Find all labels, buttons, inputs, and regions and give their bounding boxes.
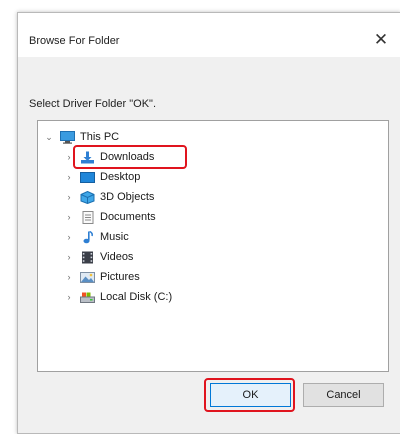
collapse-chevron-icon[interactable]: ⌄ xyxy=(44,132,54,143)
documents-icon xyxy=(80,210,95,224)
browse-folder-dialog: Browse For Folder ✕ Select Driver Folder… xyxy=(17,12,400,434)
dialog-title: Browse For Folder xyxy=(29,35,120,47)
tree-node-label: Music xyxy=(100,231,129,243)
expand-chevron-icon[interactable]: › xyxy=(64,192,74,202)
downloads-icon xyxy=(80,151,95,164)
cancel-button-label: Cancel xyxy=(326,389,361,401)
tree-node-documents[interactable]: › Documents xyxy=(64,208,156,226)
tree-node-label: Local Disk (C:) xyxy=(100,291,173,303)
tree-node-music[interactable]: › Music xyxy=(64,228,129,246)
tree-node-label: Pictures xyxy=(100,271,140,283)
tree-node-label: Documents xyxy=(100,211,156,223)
title-bar: Browse For Folder ✕ xyxy=(18,13,400,57)
tree-node-local-disk[interactable]: › Local Disk (C:) xyxy=(64,288,173,306)
expand-chevron-icon[interactable]: › xyxy=(64,212,74,222)
tree-node-this-pc[interactable]: ⌄ This PC xyxy=(44,128,119,146)
tree-node-label: 3D Objects xyxy=(100,191,155,203)
close-button[interactable]: ✕ xyxy=(368,27,394,53)
expand-chevron-icon[interactable]: › xyxy=(64,232,74,242)
videos-icon xyxy=(80,251,95,264)
tree-node-label: Desktop xyxy=(100,171,141,183)
tree-node-label: Videos xyxy=(100,251,134,263)
cancel-button[interactable]: Cancel xyxy=(303,383,384,407)
expand-chevron-icon[interactable]: › xyxy=(64,252,74,262)
tree-node-3d-objects[interactable]: › 3D Objects xyxy=(64,188,154,206)
ok-button[interactable]: OK xyxy=(210,383,291,407)
tree-node-label: Downloads xyxy=(100,151,155,163)
computer-icon xyxy=(60,130,75,144)
tree-node-pictures[interactable]: › Pictures xyxy=(64,268,140,286)
pictures-icon xyxy=(80,271,95,284)
tree-node-downloads[interactable]: › Downloads xyxy=(64,148,154,166)
tree-node-videos[interactable]: › Videos xyxy=(64,248,133,266)
close-icon: ✕ xyxy=(373,30,389,49)
desktop-icon xyxy=(80,171,95,184)
expand-chevron-icon[interactable]: › xyxy=(64,172,74,182)
expand-chevron-icon[interactable]: › xyxy=(64,272,74,282)
expand-chevron-icon[interactable]: › xyxy=(64,152,74,162)
tree-node-desktop[interactable]: › Desktop xyxy=(64,168,141,186)
ok-button-label: OK xyxy=(242,389,259,401)
folder-tree[interactable]: ⌄ This PC › Downloads › Desktop › 3D Obj… xyxy=(37,120,389,372)
instruction-text: Select Driver Folder "OK". xyxy=(29,98,157,110)
music-icon xyxy=(80,230,95,244)
local-disk-icon xyxy=(80,291,95,304)
expand-chevron-icon[interactable]: › xyxy=(64,292,74,302)
tree-node-label: This PC xyxy=(80,131,120,143)
3d-objects-icon xyxy=(80,190,95,204)
